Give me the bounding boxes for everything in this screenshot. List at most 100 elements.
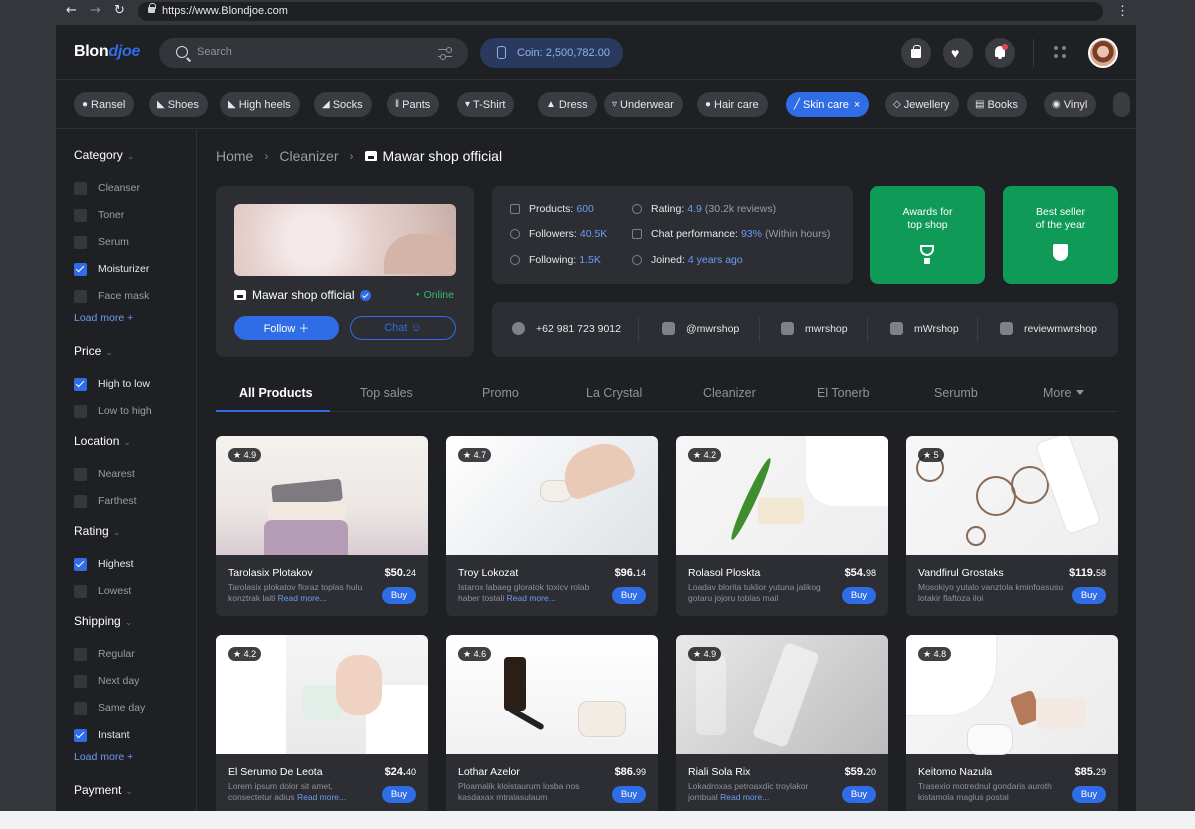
filter-option-price[interactable]: High to low [74,377,150,391]
browser-menu-icon[interactable]: ⋮ [1116,3,1129,19]
category-chip-socks[interactable]: ◢ Socks [314,92,372,117]
filter-option-location[interactable]: Nearest [74,467,135,481]
checkbox[interactable] [74,674,87,688]
award-best-seller[interactable]: Best seller of the year [1003,186,1118,284]
filter-option-rating[interactable]: Highest [74,557,134,571]
contact-store[interactable]: mWrshop [890,322,959,335]
follow-button[interactable]: Follow ＋ [234,316,339,340]
tab-cleanizer[interactable]: Cleanizer [703,386,756,400]
filter-option-shipping[interactable]: Next day [74,674,139,688]
filter-option-price[interactable]: Low to high [74,404,152,418]
buy-button[interactable]: Buy [842,786,876,803]
tab-serumb[interactable]: Serumb [934,386,978,400]
checkbox[interactable] [74,404,87,418]
product-name[interactable]: Troy Lokozat [458,567,518,579]
cart-button[interactable] [901,38,931,68]
product-card[interactable]: ★ 4.9 Tarolasix Plotakov $50.24 Tarolasix p… [216,436,428,616]
filter-option-category[interactable]: Moisturizer [74,262,149,276]
product-card[interactable]: ★ 4.8 Keitomo Nazula $85.29 Trasexio motred… [906,635,1118,811]
category-chip-ransel[interactable]: ● Ransel [74,92,135,117]
back-arrow-icon[interactable]: ← [66,3,77,19]
filter-option-category[interactable]: Serum [74,235,129,249]
checkbox[interactable] [74,584,87,598]
tab-la-crystal[interactable]: La Crystal [586,386,642,400]
coin-balance-badge[interactable]: Coin: 2,500,782.00 [480,38,623,68]
tab-el-tonerb[interactable]: El Tonerb [817,386,870,400]
chat-button[interactable]: Chat ☺ [350,316,456,340]
checkbox[interactable] [74,377,87,391]
buy-button[interactable]: Buy [382,786,416,803]
shipping-load-more-link[interactable]: Load more + [74,751,133,763]
checkbox[interactable] [74,701,87,715]
contact-whatsapp[interactable]: +62 981 723 9012 [512,322,621,335]
checkbox[interactable] [74,208,87,222]
tab-promo[interactable]: Promo [482,386,519,400]
url-text[interactable]: https://www.Blondjoe.com [162,5,288,17]
category-load-more-link[interactable]: Load more + [74,312,133,324]
award-top-shop[interactable]: Awards for top shop [870,186,985,284]
category-chip-dress[interactable]: ▲ Dress [538,92,597,117]
wishlist-button[interactable]: ♥ [943,38,973,68]
checkbox[interactable] [74,494,87,508]
forward-arrow-icon[interactable]: → [90,3,101,19]
buy-button[interactable]: Buy [612,786,646,803]
buy-button[interactable]: Buy [1072,786,1106,803]
category-chip-hair-care[interactable]: ● Hair care [697,92,768,117]
read-more-link[interactable]: Read more... [297,792,346,802]
category-chip-t-shirt[interactable]: ▾ T-Shirt [457,92,515,117]
checkbox[interactable] [74,647,87,661]
read-more-link[interactable]: Read more... [720,792,769,802]
logo[interactable]: Blondjoe [74,43,140,61]
buy-button[interactable]: Buy [1072,587,1106,604]
notifications-button[interactable] [985,38,1015,68]
filter-option-rating[interactable]: Lowest [74,584,131,598]
buy-button[interactable]: Buy [842,587,876,604]
close-icon[interactable]: × [854,99,860,111]
filter-heading-shipping[interactable]: Shipping ⌄ [74,614,132,628]
category-chip-shoes[interactable]: ◣ Shoes [149,92,208,117]
avatar[interactable] [1088,38,1118,68]
buy-button[interactable]: Buy [612,587,646,604]
filter-option-category[interactable]: Face mask [74,289,149,303]
search-input[interactable]: Search [197,46,232,58]
tab-all-products[interactable]: All Products [239,386,313,400]
product-name[interactable]: Riali Sola Rix [688,766,750,778]
checkbox[interactable] [74,467,87,481]
tab-more[interactable]: More [1043,386,1085,400]
filter-heading-payment[interactable]: Payment ⌄ [74,783,133,797]
filter-option-shipping[interactable]: Same day [74,701,145,715]
address-bar[interactable]: https://www.Blondjoe.com [138,2,1103,21]
product-card[interactable]: ★ 5 Vandfirul Grostaks $119.58 Mosokiyo yut… [906,436,1118,616]
category-chip-more[interactable] [1113,92,1130,117]
checkbox[interactable] [74,181,87,195]
filter-heading-category[interactable]: Category ⌄ [74,148,134,162]
search-bar[interactable]: Search [159,38,468,68]
product-card[interactable]: ★ 4.9 Riali Sola Rix $59.20 Lokadroxas petr… [676,635,888,811]
product-name[interactable]: Keitomo Nazula [918,766,992,778]
category-chip-skin-care[interactable]: ╱ Skin care × [786,92,870,117]
checkbox[interactable] [74,262,87,276]
product-card[interactable]: ★ 4.6 Lothar Azelor $86.99 Ploamalik kloist… [446,635,658,811]
filter-option-shipping[interactable]: Instant [74,728,130,742]
product-name[interactable]: Tarolasix Plotakov [228,567,313,579]
checkbox[interactable] [74,235,87,249]
read-more-link[interactable]: Read more... [507,593,556,603]
filter-heading-location[interactable]: Location ⌄ [74,434,131,448]
filter-heading-rating[interactable]: Rating ⌄ [74,524,120,538]
product-card[interactable]: ★ 4.2 El Serumo De Leota $24.40 Lorem ipsum… [216,635,428,811]
product-name[interactable]: El Serumo De Leota [228,766,323,778]
filter-sliders-icon[interactable] [438,46,452,62]
breadcrumb-section[interactable]: Cleanizer [279,148,338,164]
filter-heading-price[interactable]: Price ⌄ [74,344,113,358]
contact-instagram[interactable]: @mwrshop [662,322,739,335]
checkbox[interactable] [74,289,87,303]
category-chip-pants[interactable]: ‖ Pants [387,92,440,117]
product-name[interactable]: Lothar Azelor [458,766,520,778]
filter-option-shipping[interactable]: Regular [74,647,135,661]
category-chip-jewellery[interactable]: ◇ Jewellery [885,92,959,117]
product-card[interactable]: ★ 4.7 Troy Lokozat $96.14 Istarox labaeg gl… [446,436,658,616]
breadcrumb-home[interactable]: Home [216,148,253,164]
tab-top-sales[interactable]: Top sales [360,386,413,400]
category-chip-underwear[interactable]: ▿ Underwear [604,92,683,117]
category-chip-high-heels[interactable]: ◣ High heels [220,92,300,117]
